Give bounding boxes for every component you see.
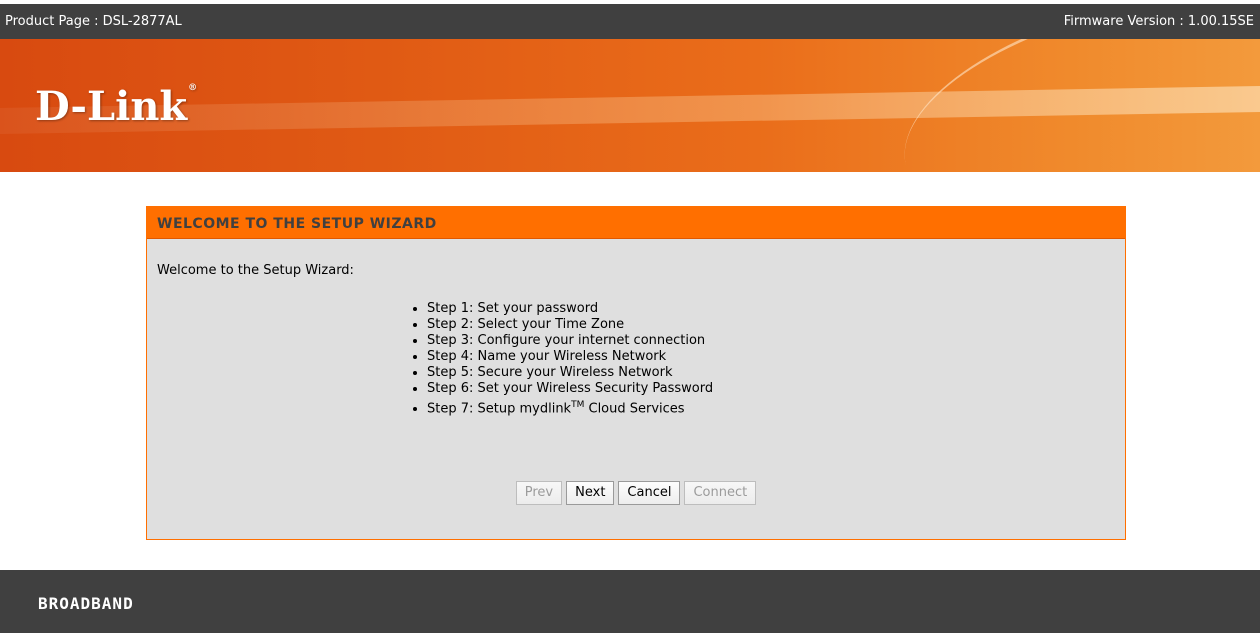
connect-button[interactable]: Connect [684,481,757,505]
dlink-logo: D-Link® [35,83,197,130]
step-item-7: Step 7: Setup mydlinkTM Cloud Services [427,397,713,417]
banner-swoosh [882,39,1260,172]
registered-mark: ® [188,83,198,93]
step-7-text: Step 7: Setup mydlink [427,401,572,417]
cancel-button[interactable]: Cancel [618,481,681,505]
wizard-title: WELCOME TO THE SETUP WIZARD [147,207,1125,239]
firmware-version-label: Firmware Version : 1.00.15SE [1063,14,1254,29]
top-info-bar: Product Page : DSL-2877AL Firmware Versi… [0,4,1260,39]
header-banner: D-Link® [0,39,1260,172]
prev-button[interactable]: Prev [515,481,563,505]
wizard-button-row: Prev Next Cancel Connect [147,481,1125,505]
next-button[interactable]: Next [566,481,615,505]
step-item-6: Step 6: Set your Wireless Security Passw… [427,381,713,397]
trademark-mark: TM [571,400,585,410]
step-item-3: Step 3: Configure your internet connecti… [427,333,713,349]
footer-bar: BROADBAND [0,570,1260,633]
broadband-label: BROADBAND [38,594,134,613]
page: Product Page : DSL-2877AL Firmware Versi… [0,0,1260,633]
setup-wizard-panel: WELCOME TO THE SETUP WIZARD Welcome to t… [146,206,1126,540]
logo-text: D-Link [35,83,188,130]
step-item-4: Step 4: Name your Wireless Network [427,349,713,365]
product-page-label: Product Page : DSL-2877AL [5,14,182,29]
step-item-5: Step 5: Secure your Wireless Network [427,365,713,381]
step-item-2: Step 2: Select your Time Zone [427,317,713,333]
wizard-intro: Welcome to the Setup Wizard: [157,263,354,278]
step-item-1: Step 1: Set your password [427,301,713,317]
wizard-steps-list: Step 1: Set your password Step 2: Select… [407,301,713,417]
step-7-suffix: Cloud Services [584,401,685,417]
